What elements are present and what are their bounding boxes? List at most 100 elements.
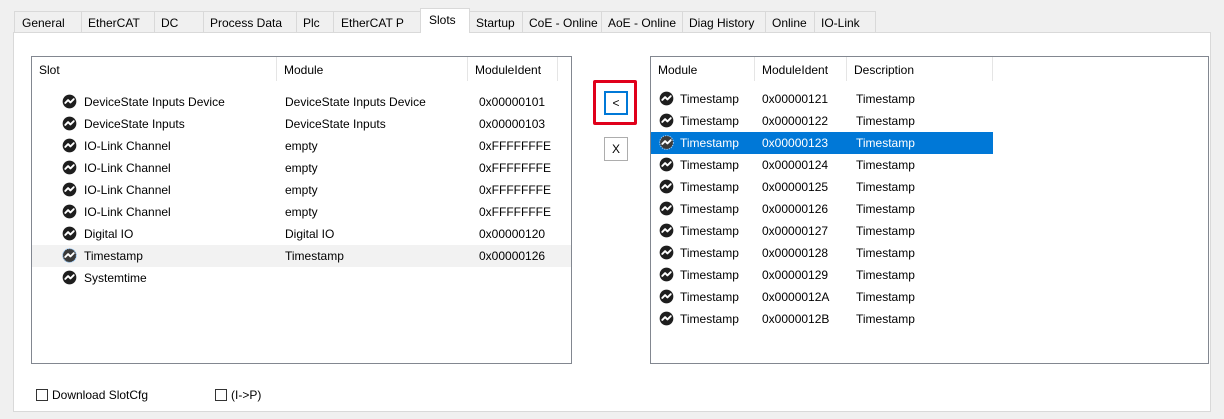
module-name: Timestamp [680,202,739,216]
column-header-moduleident[interactable]: ModuleIdent [755,57,847,81]
module-description: Timestamp [856,114,915,128]
column-header-moduleident[interactable]: ModuleIdent [468,57,558,81]
module-row[interactable]: Timestamp 0x00000127 Timestamp [651,220,1208,242]
tab-ethercat[interactable]: EtherCAT [81,11,155,33]
module-row[interactable]: Timestamp 0x0000012A Timestamp [651,286,1208,308]
module-name: Timestamp [680,136,739,150]
slot-module: empty [285,183,318,197]
module-row[interactable]: Timestamp 0x00000123 Timestamp [651,132,993,154]
slot-module: Digital IO [285,227,335,241]
module-description: Timestamp [856,202,915,216]
slot-row[interactable]: Digital IO Digital IO 0x00000120 [32,223,571,245]
module-description: Timestamp [856,246,915,260]
tab-general[interactable]: General [14,11,82,33]
module-round-icon [62,94,77,109]
module-ident: 0x00000126 [762,202,829,216]
slot-row[interactable]: DeviceState Inputs Device DeviceState Inp… [32,91,571,113]
tab-ethercat-p[interactable]: EtherCAT P [333,11,421,33]
i-to-p-checkbox[interactable]: (I->P) [215,387,261,403]
module-round-icon [62,248,77,263]
tab-process-data[interactable]: Process Data [203,11,297,33]
module-ident: 0x0000012A [762,290,830,304]
column-header-module[interactable]: Module [277,57,468,81]
slot-module-ident: 0x00000101 [479,95,546,109]
slot-row[interactable]: Timestamp Timestamp 0x00000126 [32,245,571,267]
module-round-icon [62,226,77,241]
checkbox-label: Download SlotCfg [52,388,149,402]
module-row[interactable]: Timestamp 0x0000012B Timestamp [651,308,1208,330]
module-row[interactable]: Timestamp 0x00000122 Timestamp [651,110,1208,132]
module-list[interactable]: Module ModuleIdent Description Timestamp… [650,56,1209,364]
module-round-icon [62,116,77,131]
slot-module-ident: 0x00000120 [479,227,546,241]
module-description: Timestamp [856,268,915,282]
tab-label: Diag History [689,16,755,30]
module-ident: 0x00000122 [762,114,829,128]
slot-module: empty [285,161,318,175]
module-ident: 0x00000128 [762,246,829,260]
module-row[interactable]: Timestamp 0x00000129 Timestamp [651,264,1208,286]
module-name: Timestamp [680,180,739,194]
tab-label: Slots [429,13,456,27]
download-slotcfg-checkbox[interactable]: Download SlotCfg [36,387,148,403]
tab-online[interactable]: Online [765,11,815,33]
slot-list[interactable]: Slot Module ModuleIdent DeviceState Inpu… [31,56,572,364]
slot-module-ident: 0xFFFFFFFE [479,183,551,197]
column-header-module[interactable]: Module [651,57,755,81]
slot-row[interactable]: DeviceState Inputs DeviceState Inputs 0x00… [32,113,571,135]
slot-row[interactable]: IO-Link Channel empty 0xFFFFFFFE [32,179,571,201]
tab-aoe-online[interactable]: AoE - Online [601,11,683,33]
remove-module-button[interactable]: X [604,137,628,161]
module-ident: 0x00000124 [762,158,829,172]
slot-module: Timestamp [285,249,344,263]
slot-name: DeviceState Inputs Device [84,95,225,109]
module-row[interactable]: Timestamp 0x00000125 Timestamp [651,176,1208,198]
module-ident: 0x00000121 [762,92,829,106]
slot-name: DeviceState Inputs [84,117,185,131]
slot-module: empty [285,205,318,219]
module-row[interactable]: Timestamp 0x00000121 Timestamp [651,88,1208,110]
slot-module-ident: 0x00000103 [479,117,546,131]
checkbox-box[interactable] [215,389,227,401]
column-header-description[interactable]: Description [847,57,993,81]
checkbox-box[interactable] [36,389,48,401]
module-name: Timestamp [680,268,739,282]
module-round-icon [62,138,77,153]
slot-row[interactable]: IO-Link Channel empty 0xFFFFFFFE [32,201,571,223]
tab-dc[interactable]: DC [154,11,204,33]
slot-name: Digital IO [84,227,134,241]
tab-slots[interactable]: Slots [420,8,470,33]
tab-label: Plc [303,16,320,30]
module-ident: 0x00000125 [762,180,829,194]
module-row[interactable]: Timestamp 0x00000124 Timestamp [651,154,1208,176]
tab-label: General [22,16,65,30]
slot-row[interactable]: Systemtime [32,267,571,289]
tab-diag-history[interactable]: Diag History [682,11,766,33]
slot-module-ident: 0xFFFFFFFE [479,139,551,153]
tab-startup[interactable]: Startup [469,11,523,33]
tab-coe-online[interactable]: CoE - Online [522,11,602,33]
slot-module-ident: 0xFFFFFFFE [479,161,551,175]
module-ident: 0x0000012B [762,312,830,326]
tab-label: Startup [476,16,515,30]
slot-name: Timestamp [84,249,143,263]
module-row[interactable]: Timestamp 0x00000128 Timestamp [651,242,1208,264]
module-row[interactable]: Timestamp 0x00000126 Timestamp [651,198,1208,220]
column-header-slot[interactable]: Slot [32,57,277,81]
tab-plc[interactable]: Plc [296,11,334,33]
tab-strip: General EtherCAT DC Process Data Plc Eth… [14,8,876,33]
module-description: Timestamp [856,224,915,238]
slot-row[interactable]: IO-Link Channel empty 0xFFFFFFFE [32,157,571,179]
tab-label: CoE - Online [529,16,598,30]
insert-module-button[interactable]: < [604,91,628,115]
slot-row[interactable]: IO-Link Channel empty 0xFFFFFFFE [32,135,571,157]
slot-name: Systemtime [84,271,147,285]
tab-label: EtherCAT P [341,16,404,30]
tab-io-link[interactable]: IO-Link [814,11,876,33]
module-round-icon [659,245,674,260]
tab-label: Process Data [210,16,283,30]
module-round-icon [659,135,674,150]
module-round-icon [659,311,674,326]
module-round-icon [659,201,674,216]
module-name: Timestamp [680,246,739,260]
